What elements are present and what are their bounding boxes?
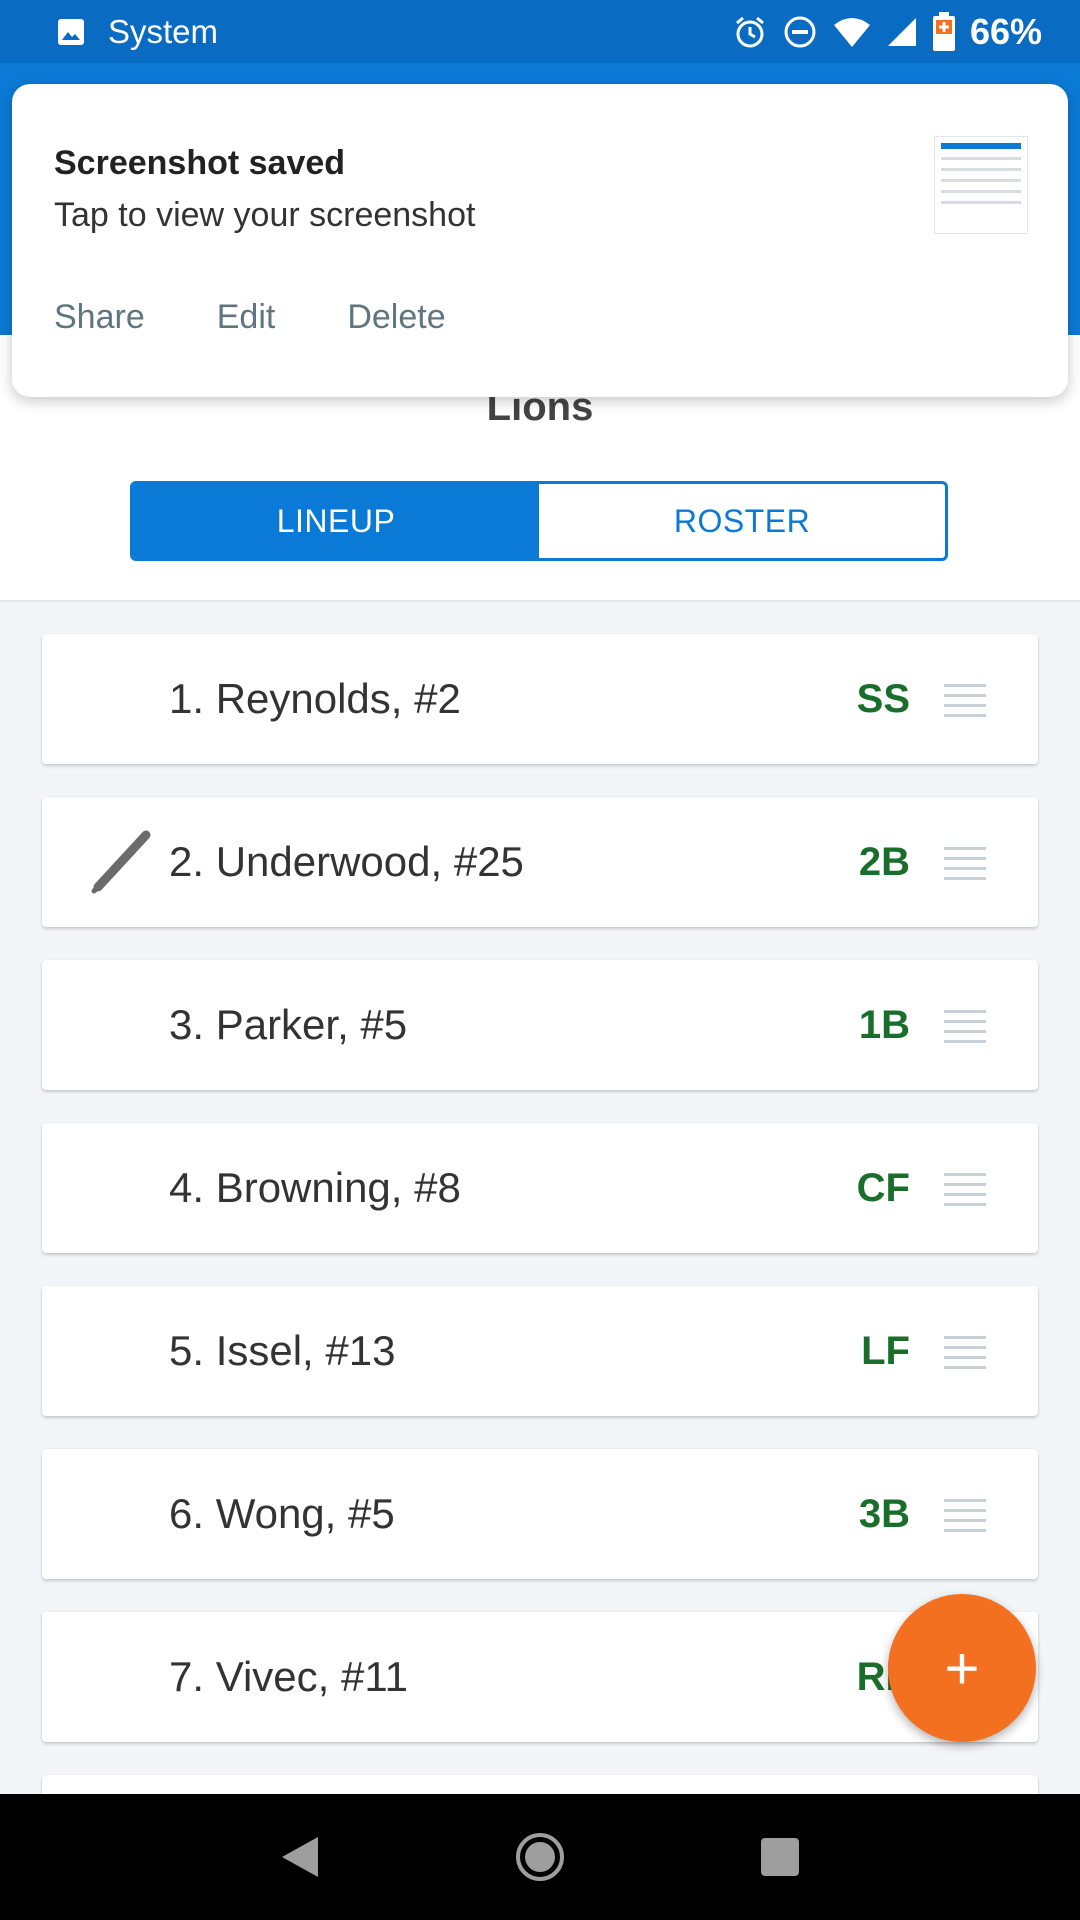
- back-icon: [282, 1837, 318, 1877]
- player-position: 2B: [858, 839, 910, 884]
- do-not-disturb-icon: [784, 16, 816, 47]
- tab-roster[interactable]: ROSTER: [539, 484, 945, 558]
- player-label: 6. Wong, #5: [169, 1490, 395, 1537]
- list-item[interactable]: 4. Browning, #8 CF: [42, 1123, 1038, 1253]
- baseball-bat-icon: [91, 830, 151, 894]
- delete-button[interactable]: Delete: [347, 298, 445, 337]
- status-bar: System 66%: [0, 0, 1080, 63]
- player-position: LF: [861, 1328, 910, 1373]
- drag-handle-icon[interactable]: [944, 1010, 986, 1044]
- home-icon: [516, 1833, 564, 1881]
- notification-title: Screenshot saved: [54, 144, 346, 182]
- player-label: 7. Vivec, #11: [169, 1653, 408, 1700]
- drag-handle-icon[interactable]: [944, 1173, 986, 1207]
- player-position: 1B: [858, 1002, 910, 1047]
- status-app-label: System: [108, 12, 219, 50]
- player-label: 4. Browning, #8: [169, 1164, 461, 1211]
- lineup-list: 1. Reynolds, #2 SS 2. Underwood, #25 2B …: [42, 634, 1038, 1815]
- player-label: 1. Reynolds, #2: [169, 675, 461, 722]
- tab-lineup[interactable]: LINEUP: [133, 484, 539, 558]
- signal-icon: [887, 17, 916, 46]
- drag-handle-icon[interactable]: [944, 847, 986, 881]
- home-button[interactable]: [505, 1822, 575, 1892]
- player-position: SS: [856, 676, 910, 721]
- drag-handle-icon[interactable]: [944, 684, 986, 718]
- list-item[interactable]: 3. Parker, #5 1B: [42, 960, 1038, 1090]
- drag-handle-icon[interactable]: [944, 1499, 986, 1533]
- player-label: 5. Issel, #13: [169, 1327, 396, 1374]
- share-button[interactable]: Share: [54, 298, 145, 337]
- segmented-tabs: LINEUP ROSTER: [130, 481, 948, 561]
- drag-handle-icon[interactable]: [944, 1336, 986, 1370]
- add-player-button[interactable]: +: [888, 1594, 1036, 1742]
- player-position: CF: [856, 1165, 910, 1210]
- player-label: 3. Parker, #5: [169, 1001, 408, 1048]
- list-item[interactable]: 2. Underwood, #25 2B: [42, 797, 1038, 927]
- player-position: 3B: [858, 1491, 910, 1536]
- screenshot-notification[interactable]: Screenshot saved Tap to view your screen…: [12, 84, 1068, 397]
- back-button[interactable]: [265, 1822, 335, 1892]
- list-item[interactable]: 6. Wong, #5 3B: [42, 1449, 1038, 1579]
- wifi-icon: [833, 17, 870, 47]
- list-item[interactable]: 5. Issel, #13 LF: [42, 1286, 1038, 1416]
- notification-actions: Share Edit Delete: [54, 298, 446, 337]
- navigation-bar: [0, 1794, 1080, 1920]
- battery-percentage: 66%: [969, 10, 1042, 52]
- alarm-icon: [735, 16, 764, 47]
- battery-icon: [932, 11, 955, 51]
- player-label: 2. Underwood, #25: [169, 838, 524, 885]
- screenshot-thumbnail[interactable]: [934, 136, 1028, 234]
- notification-text: Tap to view your screenshot: [54, 196, 476, 234]
- recents-icon: [761, 1838, 799, 1876]
- image-icon: [58, 18, 84, 45]
- list-item[interactable]: 1. Reynolds, #2 SS: [42, 634, 1038, 764]
- edit-button[interactable]: Edit: [217, 298, 276, 337]
- recents-button[interactable]: [745, 1822, 815, 1892]
